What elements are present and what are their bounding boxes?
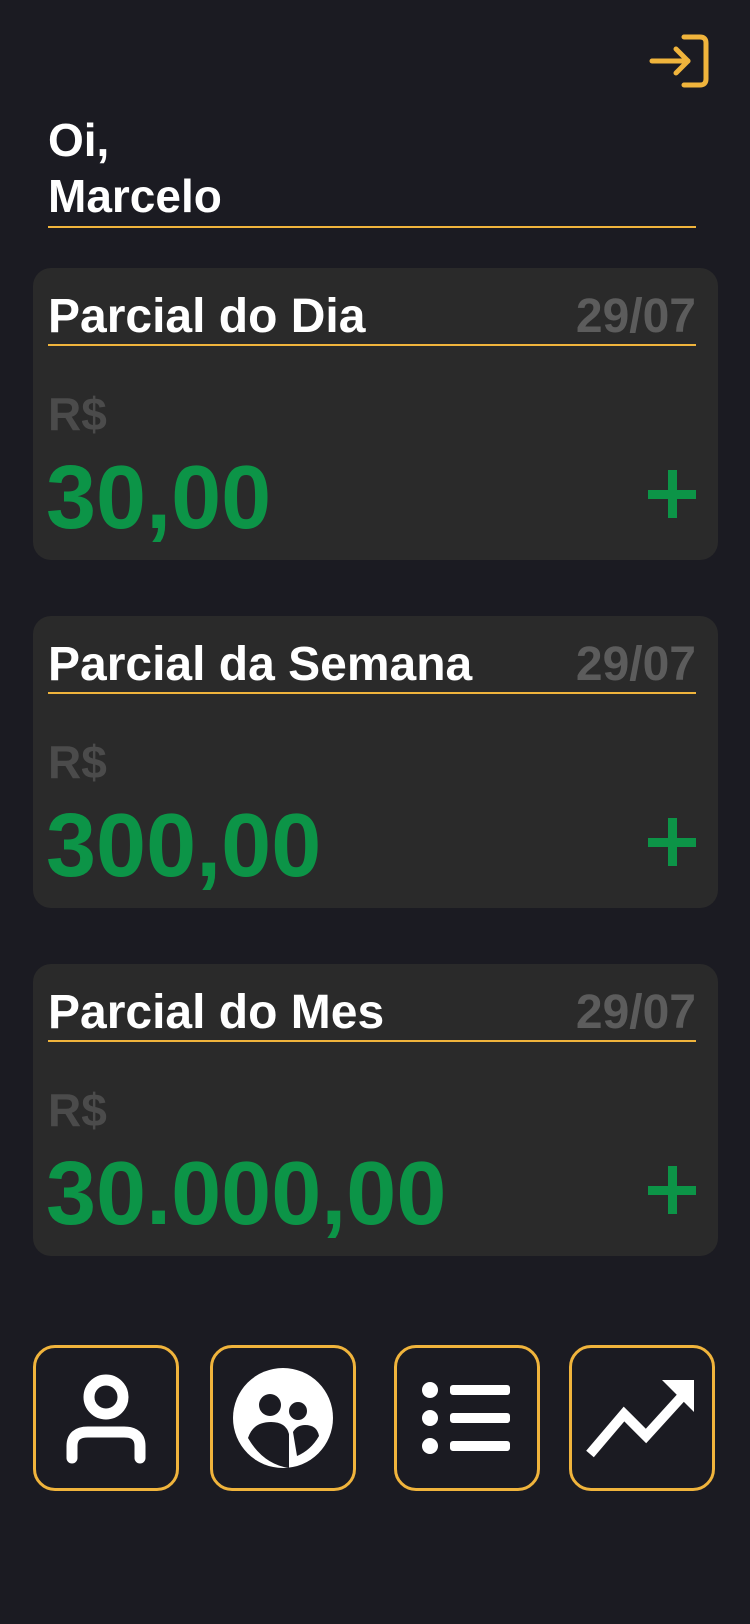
profile-icon [66, 1374, 146, 1464]
card-title: Parcial do Dia [48, 290, 366, 343]
nav-trends-button[interactable] [569, 1345, 715, 1491]
users-icon [233, 1368, 333, 1468]
add-button[interactable] [648, 1166, 696, 1214]
nav-users-button[interactable] [210, 1345, 356, 1491]
card-monthly: Parcial do Mes 29/07 R$ 30.000,00 [33, 964, 718, 1256]
card-divider [48, 1040, 696, 1042]
currency-label: R$ [48, 1084, 107, 1136]
card-date: 29/07 [575, 638, 696, 691]
currency-label: R$ [48, 736, 107, 788]
greeting-text: Oi, [48, 114, 110, 166]
card-daily: Parcial do Dia 29/07 R$ 30,00 [33, 268, 718, 560]
amount-value: 300,00 [46, 796, 322, 896]
card-date: 29/07 [575, 290, 696, 343]
card-date: 29/07 [575, 986, 696, 1039]
card-divider [48, 692, 696, 694]
amount-value: 30,00 [46, 448, 272, 548]
login-button[interactable] [642, 28, 716, 94]
login-icon [649, 34, 709, 88]
card-title: Parcial do Mes [48, 986, 385, 1039]
card-weekly: Parcial da Semana 29/07 R$ 300,00 [33, 616, 718, 908]
plus-icon-v [668, 818, 677, 866]
nav-list-button[interactable] [394, 1345, 540, 1491]
user-name: Marcelo [48, 170, 222, 222]
card-title: Parcial da Semana [48, 638, 473, 691]
greeting: Oi, Marcelo [48, 112, 696, 224]
plus-icon-v [668, 1166, 677, 1214]
currency-label: R$ [48, 388, 107, 440]
card-divider [48, 344, 696, 346]
amount-value: 30.000,00 [46, 1144, 447, 1244]
greeting-divider [48, 226, 696, 228]
plus-icon-v [668, 470, 677, 518]
add-button[interactable] [648, 818, 696, 866]
nav-profile-button[interactable] [33, 1345, 179, 1491]
trending-up-icon [586, 1380, 694, 1458]
add-button[interactable] [648, 470, 696, 518]
list-icon [422, 1382, 510, 1454]
